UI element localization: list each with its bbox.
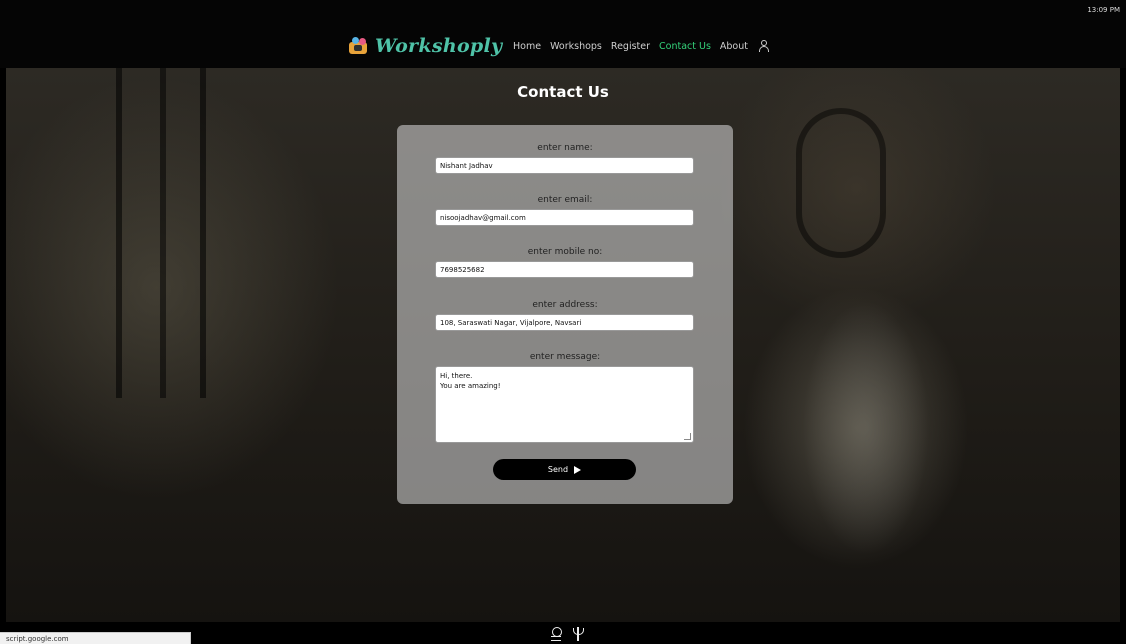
address-input[interactable]: 108, Saraswati Nagar, Vijalpore, Navsari — [435, 314, 694, 331]
name-input[interactable]: Nishant Jadhav — [435, 157, 694, 174]
status-bar-url: script.google.com — [0, 632, 191, 644]
email-label: enter email: — [537, 195, 593, 205]
contact-form: enter name: Nishant Jadhav enter email: … — [397, 125, 733, 504]
mobile-input[interactable]: 7698525682 — [435, 261, 694, 278]
footer-icons — [550, 626, 584, 641]
window-frame-decoration — [116, 68, 206, 398]
mobile-label: enter mobile no: — [527, 247, 603, 257]
ironwork-ornament-decoration — [796, 108, 886, 258]
send-arrow-icon — [574, 465, 582, 474]
message-line: Hi, there. — [440, 372, 473, 380]
nav-about[interactable]: About — [720, 41, 748, 52]
workshop-logo-icon — [347, 36, 369, 56]
brand-mark-icon[interactable] — [572, 626, 584, 641]
email-input[interactable]: nisoojadhav@gmail.com — [435, 209, 694, 226]
resize-handle-icon[interactable] — [684, 433, 691, 440]
brand-logo-link[interactable]: Workshoply — [347, 35, 502, 57]
message-line: You are amazing! — [440, 382, 501, 390]
send-label: Send — [547, 465, 569, 474]
nav-home[interactable]: Home — [513, 41, 541, 52]
page-title: Contact Us — [517, 83, 609, 101]
logo-icon[interactable] — [550, 626, 562, 641]
brand-name: Workshoply — [375, 35, 503, 57]
message-label: enter message: — [529, 352, 601, 362]
send-button[interactable]: Send — [493, 459, 636, 480]
main-nav: Home Workshops Register Contact Us About — [513, 40, 770, 52]
name-label: enter name: — [537, 143, 593, 153]
nav-contact-us[interactable]: Contact Us — [659, 41, 711, 52]
message-textarea[interactable]: Hi, there. You are amazing! — [435, 366, 694, 443]
nav-register[interactable]: Register — [611, 41, 650, 52]
system-clock: 13:09 PM — [1087, 6, 1120, 14]
nav-workshops[interactable]: Workshops — [550, 41, 602, 52]
user-icon[interactable] — [758, 40, 770, 52]
address-label: enter address: — [532, 300, 598, 310]
top-navbar: 13:09 PM Workshoply Home Workshops Regis… — [0, 0, 1126, 68]
